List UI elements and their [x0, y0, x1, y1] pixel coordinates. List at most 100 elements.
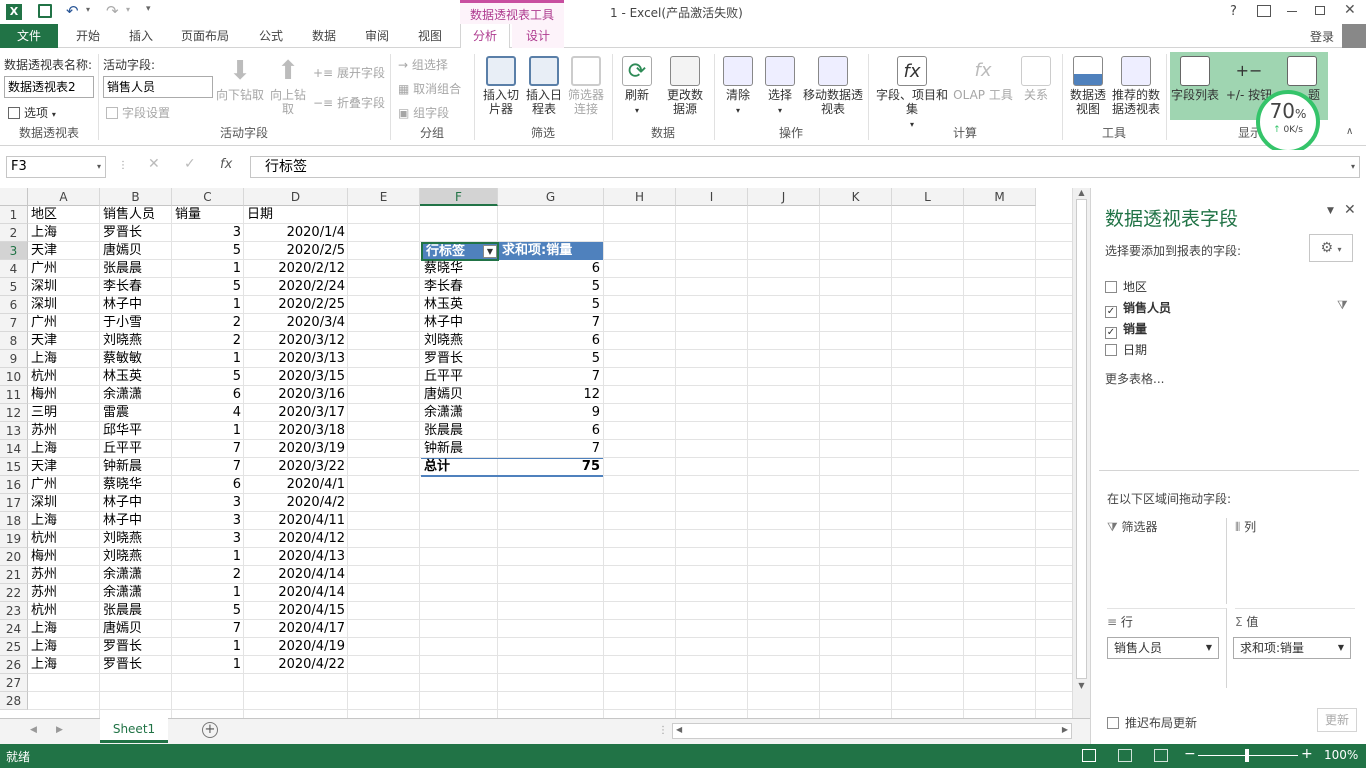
- table-cell[interactable]: 2020/2/5: [244, 242, 348, 260]
- field-checkbox-item[interactable]: ✓ 销售人员: [1105, 299, 1171, 318]
- tab-review[interactable]: 审阅: [354, 24, 400, 48]
- table-cell[interactable]: 钟新晨: [100, 458, 172, 476]
- tab-data[interactable]: 数据: [302, 24, 346, 48]
- row-header-4[interactable]: 4: [0, 260, 28, 278]
- table-cell[interactable]: 林玉英: [100, 368, 172, 386]
- formula-input[interactable]: 行标签 ▾: [250, 156, 1360, 178]
- table-cell[interactable]: 6: [172, 386, 244, 404]
- table-cell[interactable]: 2020/3/19: [244, 440, 348, 458]
- customize-qat-icon[interactable]: ▾: [146, 4, 151, 14]
- pivot-row-label[interactable]: 蔡晓华: [421, 260, 499, 278]
- row-header-20[interactable]: 20: [0, 548, 28, 566]
- move-pivot-button[interactable]: 移动数据透视表: [800, 56, 866, 116]
- checkbox-unchecked-icon[interactable]: [1105, 344, 1117, 356]
- table-cell[interactable]: 5: [172, 242, 244, 260]
- olap-tools-button[interactable]: fx OLAP 工具: [952, 56, 1014, 102]
- pivot-row-label[interactable]: 李长春: [421, 278, 499, 296]
- table-cell[interactable]: 于小雪: [100, 314, 172, 332]
- table-cell[interactable]: 深圳: [28, 278, 100, 296]
- table-cell[interactable]: 林子中: [100, 512, 172, 530]
- table-cell[interactable]: 2020/3/13: [244, 350, 348, 368]
- row-header-9[interactable]: 9: [0, 350, 28, 368]
- more-tables-link[interactable]: 更多表格...: [1105, 370, 1164, 387]
- tab-view[interactable]: 视图: [408, 24, 452, 48]
- table-cell[interactable]: 2020/3/15: [244, 368, 348, 386]
- table-cell[interactable]: 2020/2/25: [244, 296, 348, 314]
- filter-connections-button[interactable]: 筛选器连接: [566, 56, 606, 116]
- column-header-m[interactable]: M: [964, 188, 1036, 206]
- group-selection-button[interactable]: → 组选择: [398, 56, 448, 73]
- table-cell[interactable]: 林子中: [100, 296, 172, 314]
- pane-settings-button[interactable]: ⚙ ▾: [1309, 234, 1353, 262]
- pivot-filter-dropdown-icon[interactable]: ▼: [483, 245, 497, 258]
- page-layout-view-icon[interactable]: [1118, 749, 1132, 762]
- zoom-level[interactable]: 100%: [1324, 748, 1358, 762]
- add-sheet-icon[interactable]: +: [202, 722, 218, 738]
- table-cell[interactable]: 上海: [28, 224, 100, 242]
- row-header-5[interactable]: 5: [0, 278, 28, 296]
- column-header-i[interactable]: I: [676, 188, 748, 206]
- table-cell[interactable]: 3: [172, 512, 244, 530]
- table-cell[interactable]: 邱华平: [100, 422, 172, 440]
- table-cell[interactable]: 7: [172, 440, 244, 458]
- table-cell[interactable]: 5: [172, 278, 244, 296]
- table-cell[interactable]: 上海: [28, 512, 100, 530]
- table-cell[interactable]: 2020/4/12: [244, 530, 348, 548]
- help-button[interactable]: ?: [1230, 4, 1237, 19]
- clear-button[interactable]: 清除 ▾: [718, 56, 758, 118]
- table-cell[interactable]: 3: [172, 224, 244, 242]
- row-header-8[interactable]: 8: [0, 332, 28, 350]
- table-cell[interactable]: 杭州: [28, 602, 100, 620]
- pivot-row-value[interactable]: 6: [499, 422, 603, 440]
- table-cell[interactable]: 1: [172, 548, 244, 566]
- table-cell[interactable]: 2020/4/2: [244, 494, 348, 512]
- table-cell[interactable]: 2020/2/12: [244, 260, 348, 278]
- row-header-1[interactable]: 1: [0, 206, 28, 224]
- table-cell[interactable]: 2020/4/22: [244, 656, 348, 674]
- pivot-row-label[interactable]: 张晨晨: [421, 422, 499, 440]
- table-cell[interactable]: 2020/4/13: [244, 548, 348, 566]
- table-cell[interactable]: 广州: [28, 476, 100, 494]
- pane-divider[interactable]: [1099, 470, 1359, 471]
- table-cell[interactable]: 罗晋长: [100, 656, 172, 674]
- tab-formulas[interactable]: 公式: [248, 24, 294, 48]
- table-cell[interactable]: 3: [172, 494, 244, 512]
- column-header-d[interactable]: D: [244, 188, 348, 206]
- zoom-out-icon[interactable]: −: [1184, 746, 1196, 762]
- drill-up-button[interactable]: ⬆ 向上钻取: [266, 56, 310, 116]
- table-cell[interactable]: 罗晋长: [100, 638, 172, 656]
- tab-split-grip-icon[interactable]: ⋮: [658, 725, 668, 736]
- scroll-left-icon[interactable]: ◀: [676, 725, 682, 734]
- column-header-e[interactable]: E: [348, 188, 420, 206]
- table-cell[interactable]: 蔡晓华: [100, 476, 172, 494]
- table-cell[interactable]: 1: [172, 296, 244, 314]
- table-cell[interactable]: 2: [172, 566, 244, 584]
- zoom-in-icon[interactable]: +: [1301, 746, 1313, 762]
- table-cell[interactable]: 罗晋长: [100, 224, 172, 242]
- table-cell[interactable]: 2020/3/4: [244, 314, 348, 332]
- table-cell[interactable]: 2020/4/17: [244, 620, 348, 638]
- table-cell[interactable]: 1: [172, 260, 244, 278]
- recommended-pivot-button[interactable]: 推荐的数据透视表: [1110, 56, 1162, 116]
- row-header-23[interactable]: 23: [0, 602, 28, 620]
- row-header-25[interactable]: 25: [0, 638, 28, 656]
- buttons-toggle-button[interactable]: +− +/- 按钮: [1222, 56, 1276, 102]
- table-cell[interactable]: 杭州: [28, 368, 100, 386]
- column-header-b[interactable]: B: [100, 188, 172, 206]
- active-field-input[interactable]: 销售人员: [103, 76, 213, 98]
- restore-icon[interactable]: [1315, 6, 1325, 15]
- scroll-down-icon[interactable]: ▼: [1073, 681, 1090, 690]
- table-cell[interactable]: 上海: [28, 656, 100, 674]
- table-cell[interactable]: 梅州: [28, 548, 100, 566]
- area-columns[interactable]: ⦀ 列: [1235, 518, 1355, 604]
- table-cell[interactable]: 三明: [28, 404, 100, 422]
- avatar[interactable]: [1342, 24, 1366, 48]
- field-checkbox-item[interactable]: 日期: [1105, 341, 1147, 358]
- table-cell[interactable]: 上海: [28, 638, 100, 656]
- change-source-button[interactable]: 更改数据源: [660, 56, 710, 116]
- pivot-row-label[interactable]: 刘晓燕: [421, 332, 499, 350]
- table-cell[interactable]: 深圳: [28, 296, 100, 314]
- row-header-6[interactable]: 6: [0, 296, 28, 314]
- worksheet-grid[interactable]: ABCDEFGHIJKLM 1 2 3 4 5 6 7 8 9 10 11 12 13 14 15 16 17 1…: [0, 188, 1072, 718]
- table-cell[interactable]: 2020/4/11: [244, 512, 348, 530]
